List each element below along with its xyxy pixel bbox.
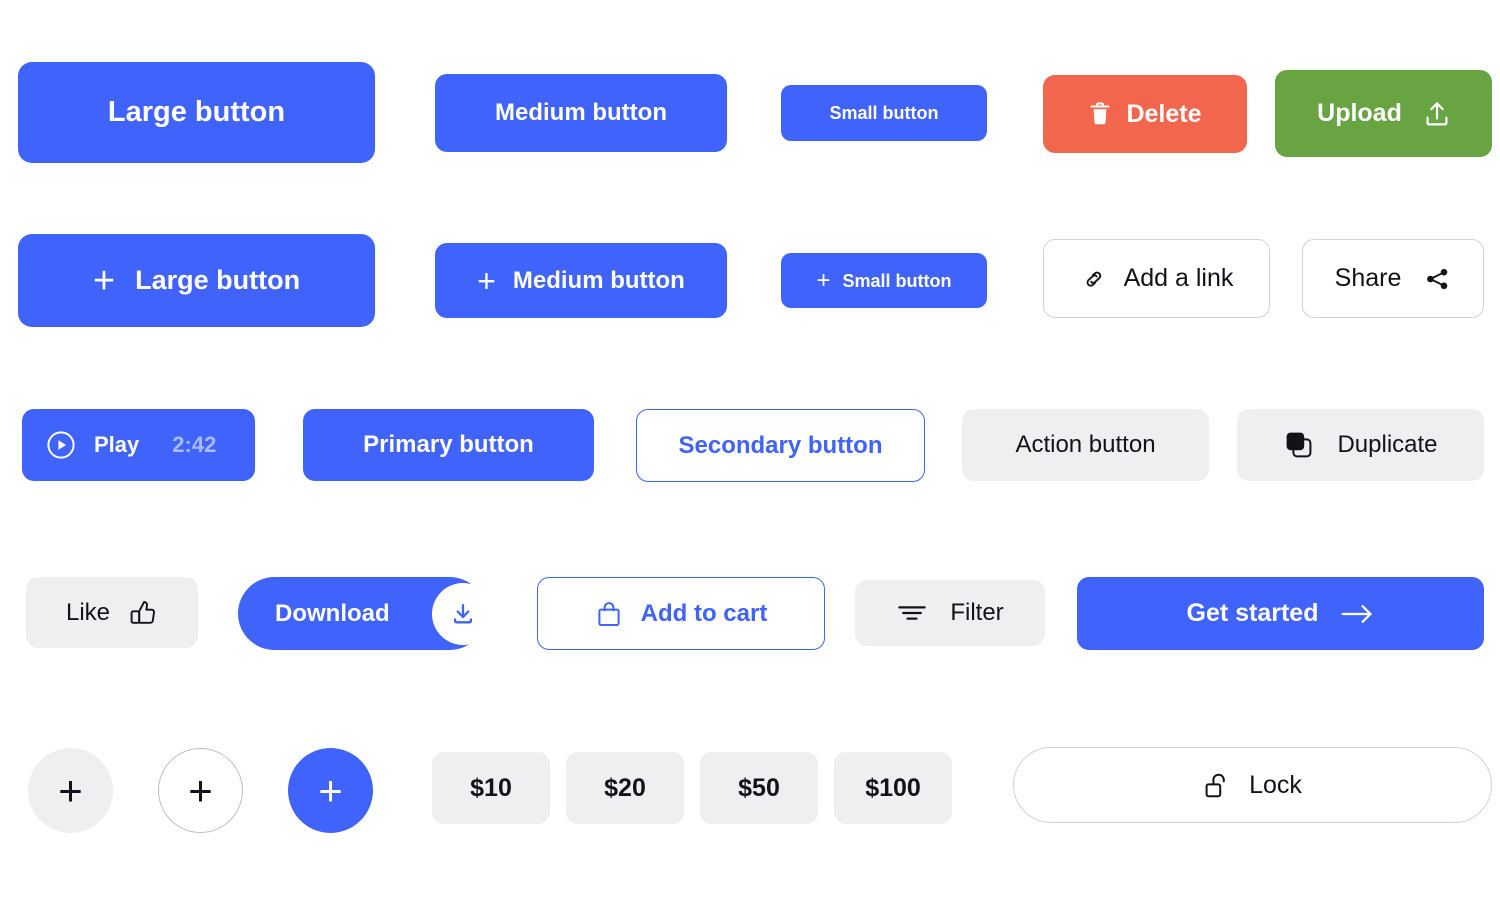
duplicate-icon: [1283, 429, 1315, 461]
filter-button[interactable]: Filter: [855, 580, 1045, 646]
lock-button[interactable]: Lock: [1013, 747, 1492, 823]
download-button-label: Download: [275, 599, 390, 627]
share-icon: [1423, 265, 1451, 293]
thumbs-up-icon: [128, 598, 158, 628]
plus-icon: +: [816, 266, 831, 294]
small-button-label: Small button: [829, 103, 939, 123]
large-add-button-label: Large button: [135, 265, 301, 295]
add-link-button[interactable]: Add a link: [1043, 239, 1270, 318]
upload-icon: [1424, 100, 1450, 128]
action-button[interactable]: Action button: [962, 409, 1209, 481]
add-fab-outline[interactable]: +: [158, 748, 243, 833]
lock-button-label: Lock: [1249, 770, 1302, 799]
add-to-cart-button-label: Add to cart: [640, 599, 768, 627]
price-chip-20-label: $20: [604, 773, 646, 802]
primary-button[interactable]: Primary button: [303, 409, 594, 481]
duplicate-button-label: Duplicate: [1337, 431, 1438, 458]
small-add-button[interactable]: + Small button: [781, 253, 987, 308]
plus-icon: +: [188, 766, 213, 814]
button-gallery: Large button Medium button Small button …: [0, 0, 1500, 900]
duplicate-button[interactable]: Duplicate: [1237, 409, 1484, 481]
upload-button-label: Upload: [1317, 99, 1402, 127]
price-chip-100-label: $100: [865, 773, 921, 802]
add-link-button-label: Add a link: [1123, 264, 1234, 292]
filter-button-label: Filter: [950, 599, 1004, 626]
delete-button[interactable]: Delete: [1043, 75, 1247, 153]
medium-button-label: Medium button: [495, 99, 667, 126]
secondary-button-label: Secondary button: [678, 431, 883, 459]
medium-add-button-label: Medium button: [512, 266, 685, 294]
play-duration: 2:42: [172, 432, 217, 457]
lock-open-icon: [1203, 770, 1231, 800]
like-button[interactable]: Like: [26, 577, 198, 648]
large-button[interactable]: Large button: [18, 62, 375, 163]
arrow-right-icon: [1340, 602, 1374, 626]
upload-button[interactable]: Upload: [1275, 70, 1492, 157]
download-button[interactable]: Download: [238, 577, 494, 650]
add-to-cart-button[interactable]: Add to cart: [537, 577, 825, 650]
like-button-label: Like: [65, 598, 111, 626]
price-chip-50-label: $50: [738, 773, 780, 802]
secondary-button[interactable]: Secondary button: [636, 409, 925, 482]
price-chip-20[interactable]: $20: [566, 752, 684, 824]
price-chip-10-label: $10: [470, 773, 512, 802]
delete-button-label: Delete: [1126, 99, 1202, 128]
play-button-label: Play: [94, 432, 140, 457]
play-button[interactable]: Play 2:42: [22, 409, 255, 481]
medium-button[interactable]: Medium button: [435, 74, 727, 152]
share-button-label: Share: [1334, 264, 1402, 292]
get-started-button[interactable]: Get started: [1077, 577, 1484, 650]
large-add-button[interactable]: + Large button: [18, 234, 375, 327]
trash-icon: [1088, 101, 1112, 127]
action-button-label: Action button: [1015, 431, 1156, 458]
plus-icon: +: [477, 262, 496, 299]
share-button[interactable]: Share: [1302, 239, 1484, 318]
add-fab-grey[interactable]: +: [28, 748, 113, 833]
price-chip-50[interactable]: $50: [700, 752, 818, 824]
get-started-button-label: Get started: [1186, 599, 1319, 627]
price-chip-10[interactable]: $10: [432, 752, 550, 824]
primary-button-label: Primary button: [363, 431, 534, 458]
download-icon: [432, 582, 494, 645]
small-add-button-label: Small button: [842, 270, 952, 291]
filter-icon: [896, 600, 928, 626]
plus-icon: +: [318, 766, 343, 814]
medium-add-button[interactable]: + Medium button: [435, 243, 727, 318]
link-icon: [1080, 265, 1108, 293]
shopping-bag-icon: [595, 599, 623, 629]
large-button-label: Large button: [107, 96, 286, 128]
plus-icon: +: [92, 259, 116, 302]
plus-icon: +: [58, 766, 83, 814]
small-button[interactable]: Small button: [781, 85, 987, 141]
play-circle-icon: [46, 430, 76, 460]
price-chip-100[interactable]: $100: [834, 752, 952, 824]
add-fab-primary[interactable]: +: [288, 748, 373, 833]
